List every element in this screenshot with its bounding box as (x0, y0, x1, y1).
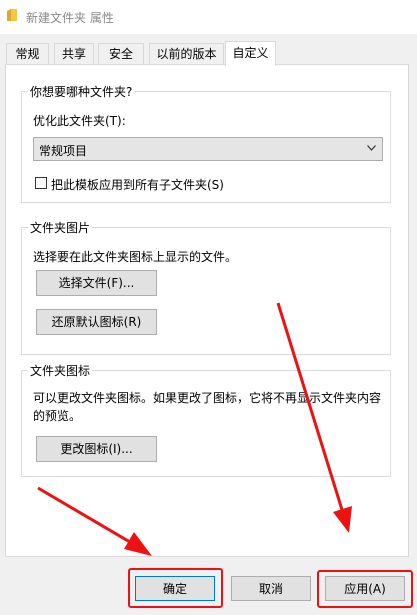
tab-customize[interactable]: 自定义 (225, 41, 276, 66)
arrow-to-ok (37, 486, 152, 556)
annotation-arrows (37, 302, 352, 556)
arrow-to-apply (276, 302, 352, 533)
